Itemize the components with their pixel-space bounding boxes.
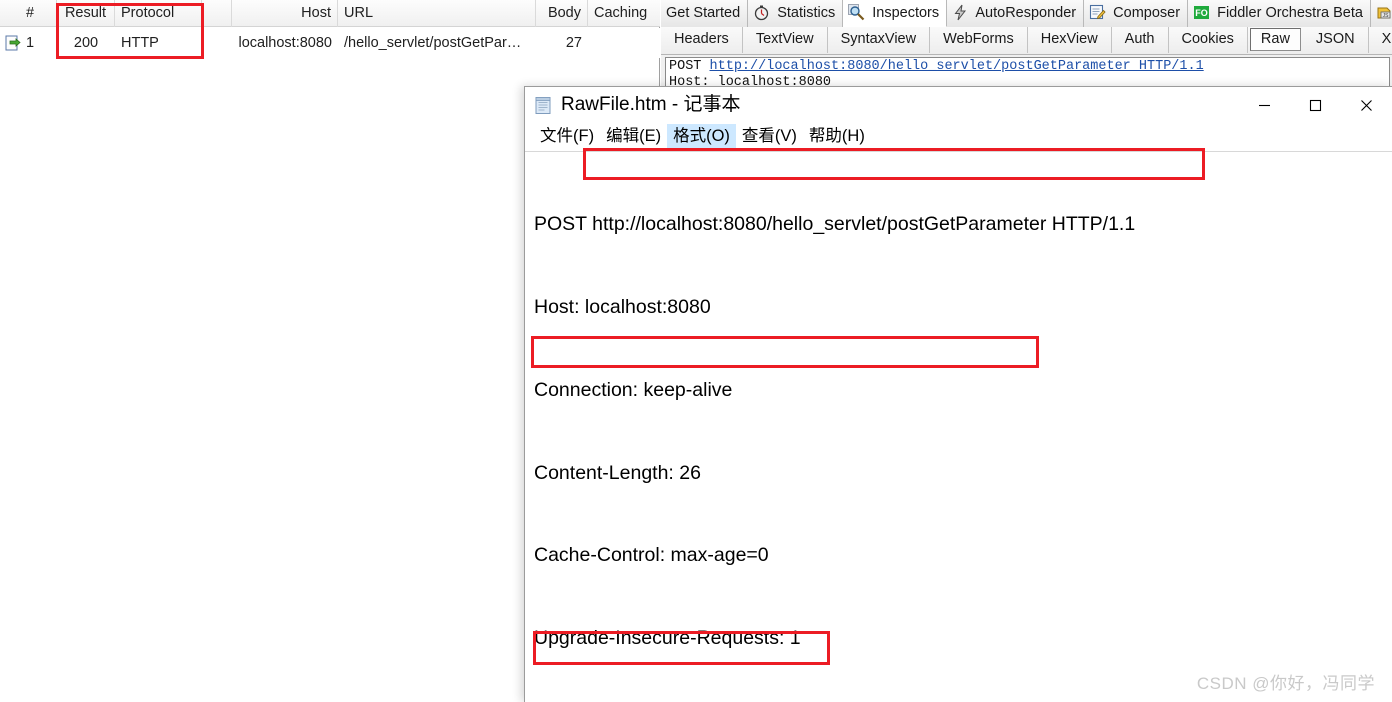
session-row[interactable]: 1 200 HTTP localhost:8080 /hello_servlet… — [0, 28, 660, 58]
lightning-icon — [952, 4, 969, 21]
subtab-json[interactable]: JSON — [1303, 27, 1369, 53]
session-list-panel: # Result Protocol Host URL Body Caching … — [0, 0, 660, 90]
tab-label: Inspectors — [872, 5, 940, 21]
tab-label: AutoResponder — [975, 5, 1077, 21]
tab-label: Composer — [1113, 5, 1181, 21]
svg-text:FO: FO — [1195, 8, 1208, 18]
text-line: POST http://localhost:8080/hello_servlet… — [534, 213, 1136, 236]
fiddlerscript-icon: JS — [1376, 4, 1392, 21]
subtab-webforms[interactable]: WebForms — [930, 27, 1028, 53]
text-line: Host: localhost:8080 — [534, 295, 711, 318]
text-line: Upgrade-Insecure-Requests: 1 — [534, 627, 801, 650]
cell-caching — [588, 28, 660, 58]
menu-file[interactable]: 文件(F) — [534, 124, 600, 149]
notepad-icon — [534, 96, 553, 115]
cell-url: /hello_servlet/postGetPar… — [344, 35, 522, 51]
cell-index: 1 — [26, 35, 35, 51]
column-header-blank[interactable] — [202, 0, 232, 27]
raw-method: POST — [669, 59, 702, 74]
tab-composer[interactable]: Composer — [1084, 0, 1189, 27]
subtab-raw[interactable]: Raw — [1249, 28, 1301, 51]
notepad-menu-bar: 文件(F) 编辑(E) 格式(O) 查看(V) 帮助(H) — [525, 124, 1392, 151]
csdn-watermark: CSDN @你好，冯同学 — [1196, 674, 1375, 693]
subtab-textview[interactable]: TextView — [743, 27, 828, 53]
subtab-cookies[interactable]: Cookies — [1169, 27, 1248, 53]
notepad-text-area[interactable]: POST http://localhost:8080/hello_servlet… — [525, 151, 1392, 702]
column-header-result[interactable]: Result — [57, 0, 115, 27]
cell-protocol: HTTP — [121, 35, 159, 51]
menu-view[interactable]: 查看(V) — [736, 124, 803, 149]
cell-host: localhost:8080 — [238, 35, 332, 51]
tab-autoresponder[interactable]: AutoResponder — [947, 0, 1085, 27]
column-header-protocol[interactable]: Protocol — [115, 0, 202, 27]
maximize-button[interactable] — [1290, 87, 1341, 123]
cell-blank — [202, 28, 232, 58]
notepad-title-bar[interactable]: RawFile.htm - 记事本 — [525, 87, 1392, 124]
column-header-body[interactable]: Body — [536, 0, 588, 27]
cell-result: 200 — [73, 35, 99, 51]
tab-statistics[interactable]: Statistics — [748, 0, 844, 27]
tab-fiddler-orchestra-beta[interactable]: FO Fiddler Orchestra Beta — [1188, 0, 1371, 27]
fo-badge-icon: FO — [1193, 4, 1210, 21]
inspectors-panel: Get Started Statistics Inspectors AutoRe… — [661, 0, 1392, 91]
tab-label: Fiddler Orchestra Beta — [1217, 5, 1363, 21]
tab-get-started[interactable]: Get Started — [661, 0, 749, 27]
notepad-content: POST http://localhost:8080/hello_servlet… — [534, 156, 1392, 702]
column-header-host[interactable]: Host — [232, 0, 338, 27]
menu-edit[interactable]: 编辑(E) — [600, 124, 667, 149]
notepad-title: RawFile.htm - 记事本 — [561, 94, 741, 115]
menu-help[interactable]: 帮助(H) — [803, 124, 871, 149]
column-header-url[interactable]: URL — [338, 0, 536, 27]
subtab-hexview[interactable]: HexView — [1028, 27, 1112, 53]
text-line: Connection: keep-alive — [534, 378, 733, 401]
subtab-xml[interactable]: XML — [1369, 27, 1392, 53]
text-line: Content-Length: 26 — [534, 461, 701, 484]
notepad-window: RawFile.htm - 记事本 文件(F) 编辑(E) 格式(O) 查看(V… — [524, 86, 1392, 702]
menu-format[interactable]: 格式(O) — [667, 124, 736, 149]
fiddler-main-tabs: Get Started Statistics Inspectors AutoRe… — [661, 0, 1392, 28]
subtab-headers[interactable]: Headers — [661, 27, 743, 53]
tab-label: Statistics — [777, 5, 836, 21]
session-list-header: # Result Protocol Host URL Body Caching — [0, 0, 660, 27]
minimize-button[interactable] — [1239, 87, 1290, 123]
tab-label: Get Started — [666, 5, 741, 21]
composer-pencil-icon — [1089, 4, 1106, 21]
cell-body: 27 — [565, 35, 582, 51]
raw-request-line: POST http://localhost:8080/hello_servlet… — [669, 59, 1386, 75]
svg-text:JS: JS — [1383, 13, 1390, 19]
inspector-subtabs: Headers TextView SyntaxView WebForms Hex… — [661, 27, 1392, 55]
text-line: Cache-Control: max-age=0 — [534, 544, 769, 567]
tab-fiddlerscript[interactable]: JS — [1370, 0, 1392, 27]
stopwatch-icon — [753, 4, 770, 21]
subtab-syntaxview[interactable]: SyntaxView — [828, 27, 931, 53]
magnifier-icon — [848, 4, 865, 21]
close-button[interactable] — [1341, 87, 1392, 123]
raw-url: http://localhost:8080/hello_servlet/post… — [709, 59, 1204, 74]
window-controls — [1239, 87, 1392, 123]
column-header-caching[interactable]: Caching — [588, 0, 660, 27]
subtab-auth[interactable]: Auth — [1112, 27, 1169, 53]
tab-inspectors[interactable]: Inspectors — [843, 0, 948, 27]
column-header-index[interactable]: # — [0, 0, 57, 27]
